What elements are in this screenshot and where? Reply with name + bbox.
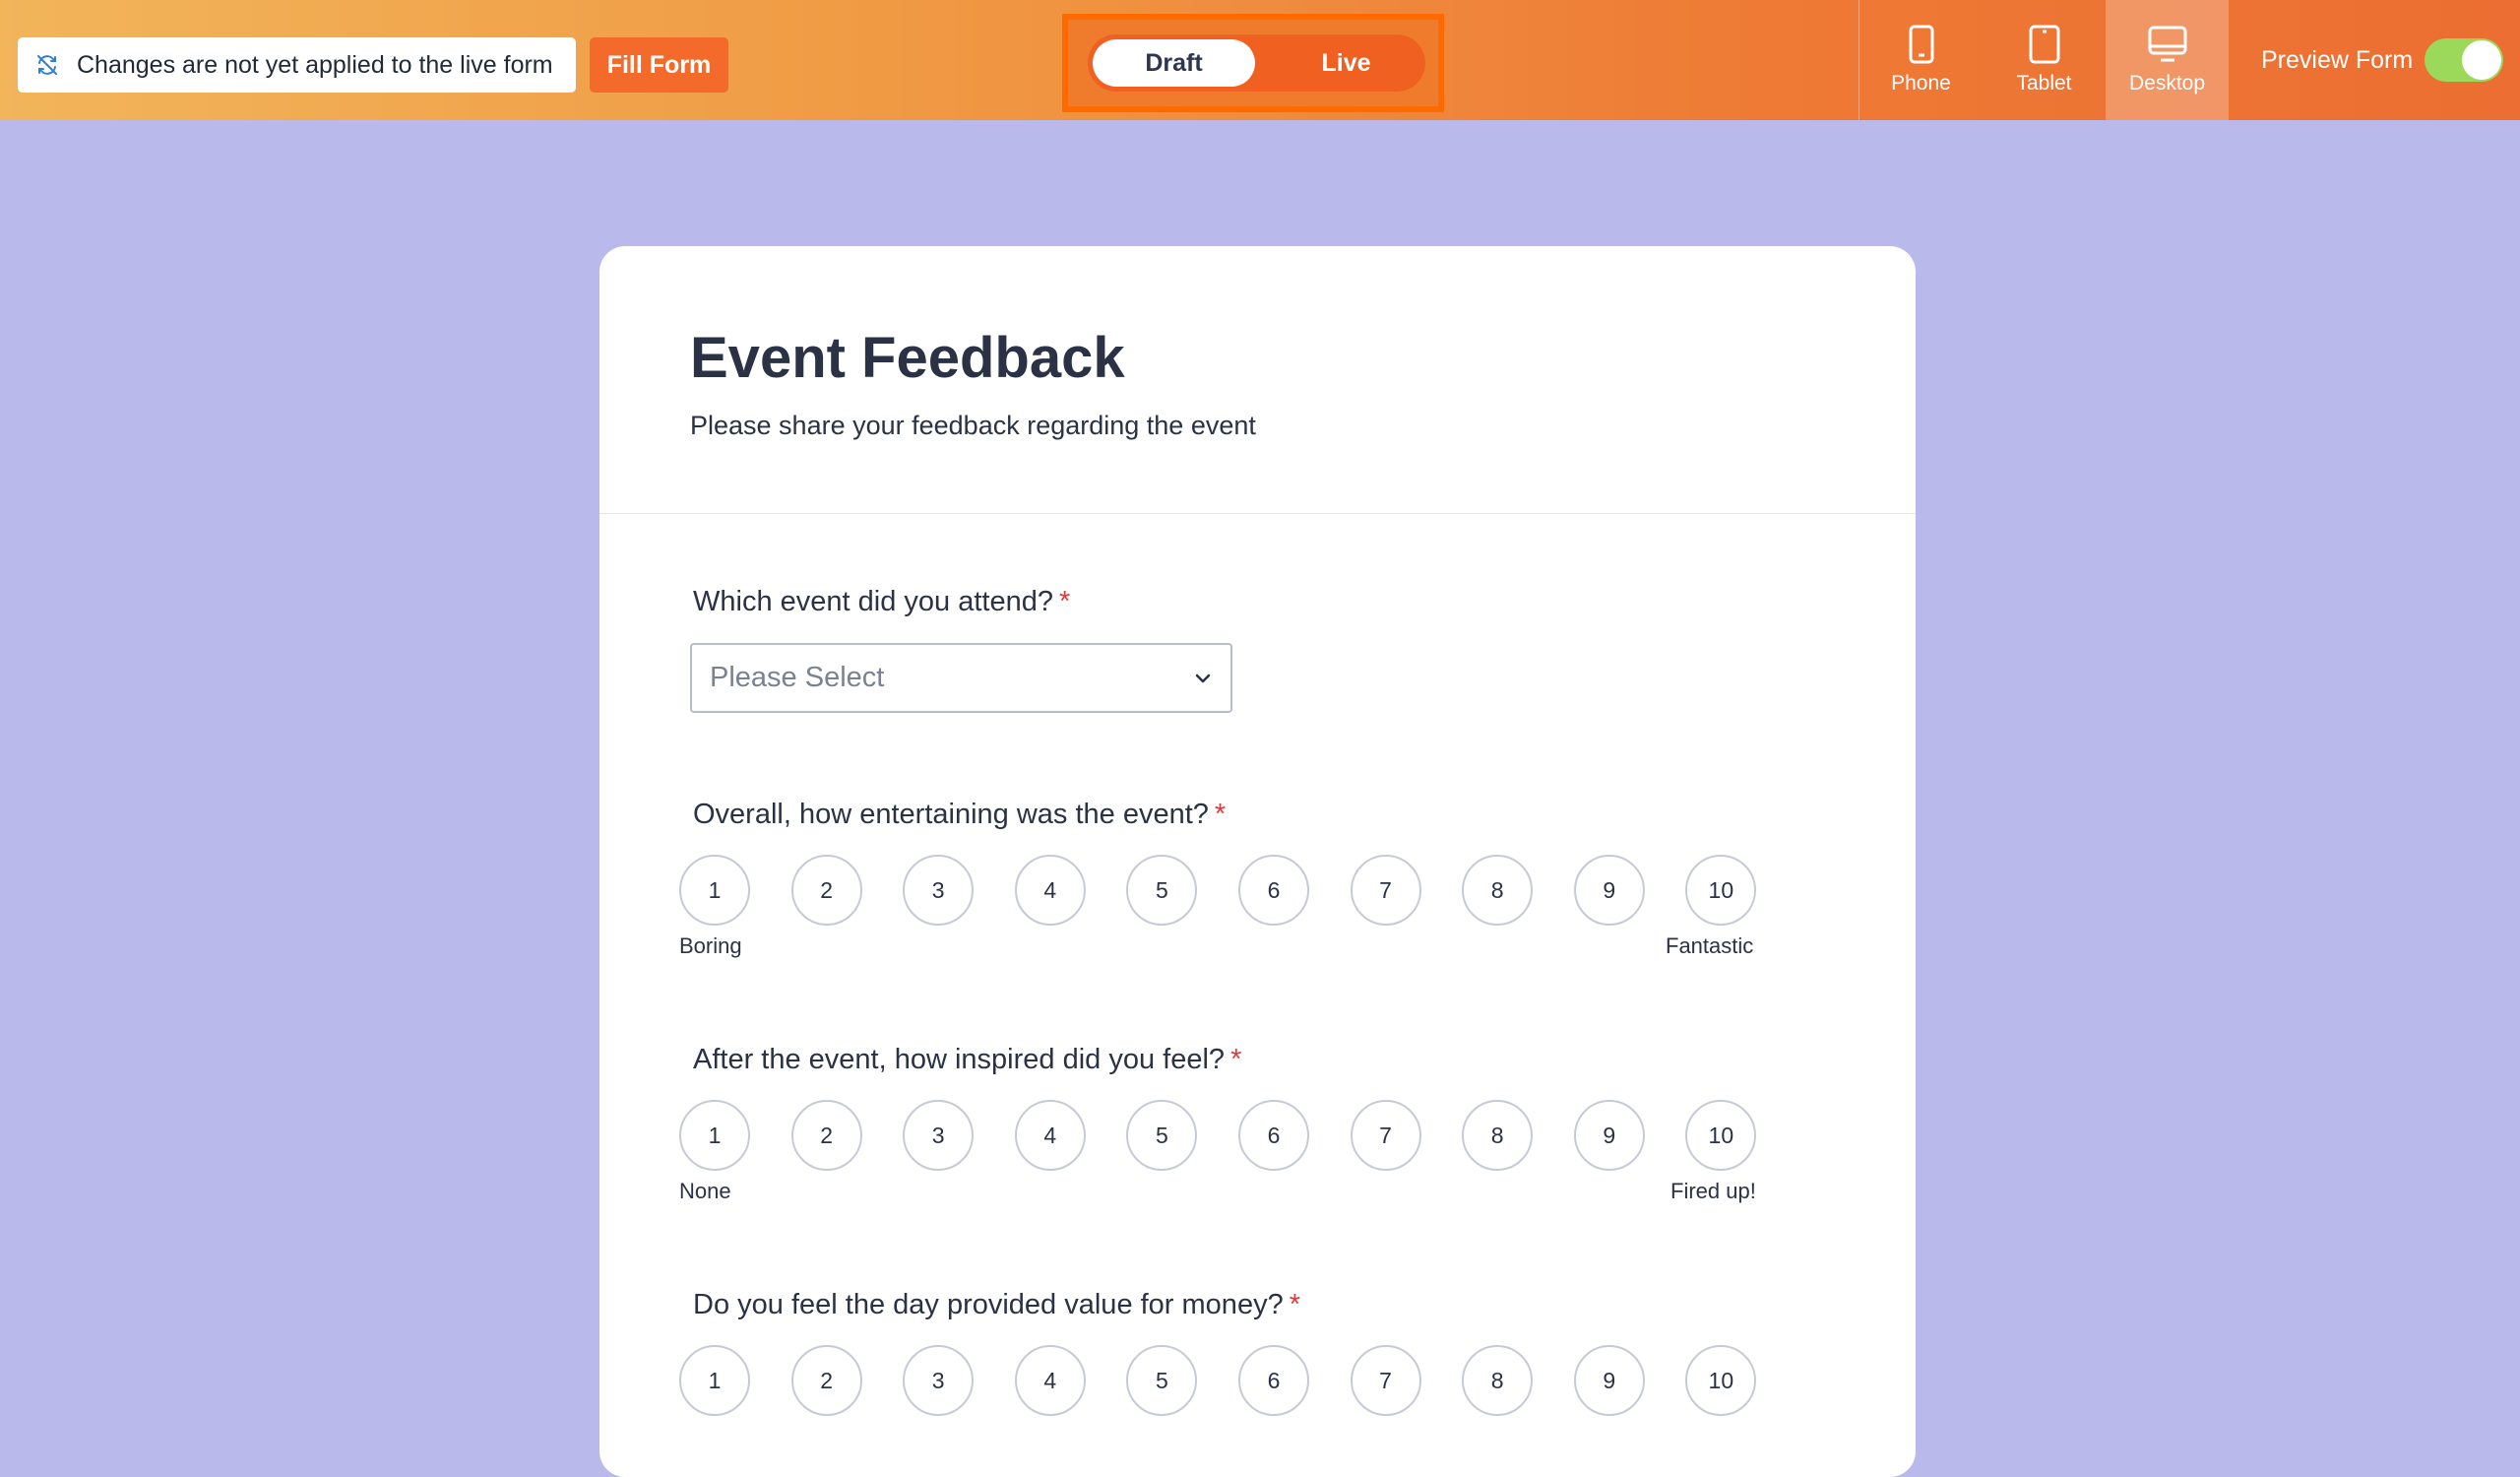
question-event-attended: Which event did you attend? * — [693, 586, 1070, 618]
scale-option[interactable]: 7 — [1350, 1345, 1421, 1416]
scale-option[interactable]: 10 — [1685, 855, 1757, 926]
select-placeholder: Please Select — [710, 662, 885, 693]
question-label: Which event did you attend? — [693, 586, 1053, 617]
scale-min-label: Boring — [679, 933, 742, 958]
required-mark: * — [1289, 1289, 1300, 1320]
event-select-dropdown[interactable]: Please Select — [690, 643, 1232, 713]
device-tablet-label: Tablet — [2016, 72, 2072, 95]
scale-option[interactable]: 1 — [679, 1100, 750, 1171]
device-phone-button[interactable]: Phone — [1859, 0, 1983, 120]
form-header: Event Feedback Please share your feedbac… — [599, 246, 1916, 514]
scale-max-label: Fired up! — [1670, 1179, 1756, 1203]
preview-form-control: Preview Form — [2261, 37, 2504, 83]
form-subtitle: Please share your feedback regarding the… — [690, 411, 1256, 440]
top-toolbar: Changes are not yet applied to the live … — [0, 0, 2520, 120]
chevron-down-icon — [1195, 674, 1211, 683]
rating-scale-value: 1 2 3 4 5 6 7 8 9 10 — [679, 1345, 1757, 1416]
preview-form-switch[interactable] — [2425, 38, 2504, 82]
scale-option[interactable]: 4 — [1014, 1100, 1086, 1171]
scale-option[interactable]: 10 — [1685, 1100, 1757, 1171]
draft-option[interactable]: Draft — [1093, 39, 1255, 87]
form-card: Event Feedback Please share your feedbac… — [599, 246, 1916, 1477]
form-title: Event Feedback — [690, 326, 1125, 390]
sync-off-icon — [33, 51, 61, 79]
question-entertaining: Overall, how entertaining was the event?… — [693, 799, 1226, 831]
scale-option[interactable]: 2 — [790, 1345, 862, 1416]
question-label: After the event, how inspired did you fe… — [693, 1044, 1226, 1075]
scale-option[interactable]: 9 — [1573, 855, 1645, 926]
scale-option[interactable]: 2 — [790, 1100, 862, 1171]
fill-form-button[interactable]: Fill Form — [590, 37, 728, 93]
scale-min-label: None — [679, 1179, 731, 1203]
phone-icon — [1909, 25, 1933, 64]
scale-option[interactable]: 3 — [903, 1345, 975, 1416]
switch-knob — [2462, 40, 2502, 80]
scale-option[interactable]: 4 — [1014, 855, 1086, 926]
scale-option[interactable]: 6 — [1237, 855, 1309, 926]
preview-form-label: Preview Form — [2261, 45, 2414, 74]
scale-option[interactable]: 1 — [679, 1345, 750, 1416]
device-desktop-button[interactable]: Desktop — [2106, 0, 2229, 120]
question-value-for-money: Do you feel the day provided value for m… — [693, 1289, 1300, 1321]
scale-option[interactable]: 9 — [1573, 1100, 1645, 1171]
scale-option[interactable]: 4 — [1014, 1345, 1086, 1416]
tablet-icon — [2029, 25, 2059, 64]
question-label: Do you feel the day provided value for m… — [693, 1289, 1284, 1320]
scale-option[interactable]: 3 — [903, 855, 975, 926]
scale-option[interactable]: 6 — [1237, 1345, 1309, 1416]
scale-option[interactable]: 1 — [679, 855, 750, 926]
scale-option[interactable]: 8 — [1462, 855, 1534, 926]
scale-option[interactable]: 8 — [1462, 1100, 1534, 1171]
scale-option[interactable]: 8 — [1462, 1345, 1534, 1416]
scale-option[interactable]: 3 — [903, 1100, 975, 1171]
scale-option[interactable]: 7 — [1350, 1100, 1421, 1171]
rating-scale-entertaining: 1 2 3 4 5 6 7 8 9 10 — [679, 855, 1757, 926]
rating-scale-inspired: 1 2 3 4 5 6 7 8 9 10 — [679, 1100, 1757, 1171]
unsaved-changes-notice: Changes are not yet applied to the live … — [18, 37, 576, 93]
scale-option[interactable]: 5 — [1126, 1345, 1198, 1416]
device-tablet-button[interactable]: Tablet — [1983, 0, 2106, 120]
scale-max-label: Fantastic — [1666, 933, 1754, 958]
draft-live-toggle-highlight: Draft Live — [1062, 14, 1444, 112]
scale-option[interactable]: 5 — [1126, 855, 1198, 926]
scale-option[interactable]: 2 — [790, 855, 862, 926]
required-mark: * — [1214, 799, 1227, 830]
question-inspired: After the event, how inspired did you fe… — [693, 1044, 1241, 1076]
required-mark: * — [1230, 1044, 1242, 1075]
live-option[interactable]: Live — [1275, 39, 1418, 87]
required-mark: * — [1058, 586, 1071, 617]
draft-live-toggle[interactable]: Draft Live — [1088, 34, 1425, 92]
scale-option[interactable]: 5 — [1126, 1100, 1198, 1171]
scale-option[interactable]: 10 — [1685, 1345, 1757, 1416]
device-phone-label: Phone — [1891, 72, 1951, 95]
notice-text: Changes are not yet applied to the live … — [77, 50, 553, 79]
scale-option[interactable]: 9 — [1573, 1345, 1645, 1416]
device-desktop-label: Desktop — [2128, 72, 2206, 95]
desktop-icon — [2148, 26, 2186, 62]
question-label: Overall, how entertaining was the event? — [693, 799, 1209, 830]
device-switcher: Phone Tablet Desktop — [1858, 0, 2229, 120]
scale-option[interactable]: 7 — [1350, 855, 1421, 926]
scale-option[interactable]: 6 — [1237, 1100, 1309, 1171]
